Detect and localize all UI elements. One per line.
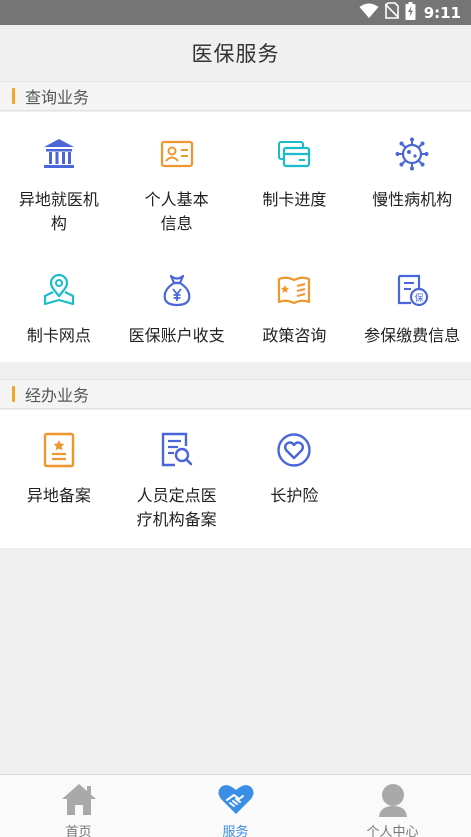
section-header-query: 查询业务 xyxy=(0,81,471,111)
cards-icon xyxy=(274,134,314,174)
tile-personal-info[interactable]: 个人基本 信息 xyxy=(118,134,236,236)
section-accent-bar xyxy=(12,386,15,402)
section-title: 经办业务 xyxy=(25,386,90,405)
page-title: 医保服务 xyxy=(191,42,280,66)
search-document-icon xyxy=(157,430,197,470)
tile-card-progress[interactable]: 制卡进度 xyxy=(236,134,354,212)
handling-services-grid: 异地备案 人员定点医 疗机构备案 长护险 xyxy=(0,410,471,548)
tile-label: 政策咨询 xyxy=(262,326,327,345)
tab-home[interactable]: 首页 xyxy=(0,775,157,837)
tab-personal-center[interactable]: 个人中心 xyxy=(314,775,471,837)
tile-label: 参保缴费信息 xyxy=(364,326,461,345)
tile-label: 个人基本 信息 xyxy=(144,190,209,233)
insurance-doc-icon: 保 xyxy=(392,270,432,310)
battery-charging-icon xyxy=(405,1,416,24)
tile-card-outlets[interactable]: 制卡网点 xyxy=(0,270,118,348)
tab-label: 服务 xyxy=(222,825,249,837)
virus-icon xyxy=(392,134,432,174)
tile-insurance-payment-info[interactable]: 保 参保缴费信息 xyxy=(353,270,471,348)
tile-policy-consulting[interactable]: 政策咨询 xyxy=(236,270,354,348)
status-bar: 9:11 xyxy=(0,0,471,25)
star-document-icon xyxy=(39,430,79,470)
tile-designated-institution-filing[interactable]: 人员定点医 疗机构备案 xyxy=(118,430,236,532)
tile-label: 异地就医机 构 xyxy=(18,190,99,233)
tile-remote-medical-institutions[interactable]: 异地就医机 构 xyxy=(0,134,118,236)
heart-handshake-icon xyxy=(216,781,256,817)
map-pin-icon xyxy=(39,270,79,310)
title-bar: 医保服务 xyxy=(0,25,471,82)
tab-label: 首页 xyxy=(65,825,92,837)
id-card-icon xyxy=(157,134,197,174)
section-header-handling: 经办业务 xyxy=(0,379,471,409)
tile-label: 人员定点医 疗机构备案 xyxy=(136,486,217,529)
tile-label: 异地备案 xyxy=(26,486,91,505)
user-icon xyxy=(373,781,413,817)
status-time: 9:11 xyxy=(423,3,461,22)
status-icons: 9:11 xyxy=(359,1,461,24)
svg-text:保: 保 xyxy=(415,292,424,304)
tile-label: 长护险 xyxy=(270,486,319,505)
tile-remote-filing[interactable]: 异地备案 xyxy=(0,430,118,508)
money-bag-icon xyxy=(157,270,197,310)
tile-label: 慢性病机构 xyxy=(372,190,453,209)
bank-icon xyxy=(39,134,79,174)
policy-book-icon xyxy=(274,270,314,310)
section-accent-bar xyxy=(12,88,15,104)
tile-label: 制卡进度 xyxy=(262,190,327,209)
heart-circle-icon xyxy=(274,430,314,470)
section-title: 查询业务 xyxy=(25,88,90,107)
tile-label: 制卡网点 xyxy=(26,326,91,345)
home-icon xyxy=(59,781,99,817)
no-sim-icon xyxy=(384,2,400,23)
tile-chronic-disease-institutions[interactable]: 慢性病机构 xyxy=(353,134,471,212)
wifi-icon xyxy=(359,3,379,23)
query-services-grid: 异地就医机 构 个人基本 信息 制卡进度 慢性病机构 制卡网点 医保账户收支 政… xyxy=(0,112,471,362)
tile-account-balance[interactable]: 医保账户收支 xyxy=(118,270,236,348)
tile-long-term-care-insurance[interactable]: 长护险 xyxy=(236,430,354,508)
tab-service[interactable]: 服务 xyxy=(157,775,314,837)
tab-label: 个人中心 xyxy=(366,825,419,837)
tile-label: 医保账户收支 xyxy=(128,326,225,345)
bottom-tab-bar: 首页 服务 个人中心 xyxy=(0,774,471,837)
